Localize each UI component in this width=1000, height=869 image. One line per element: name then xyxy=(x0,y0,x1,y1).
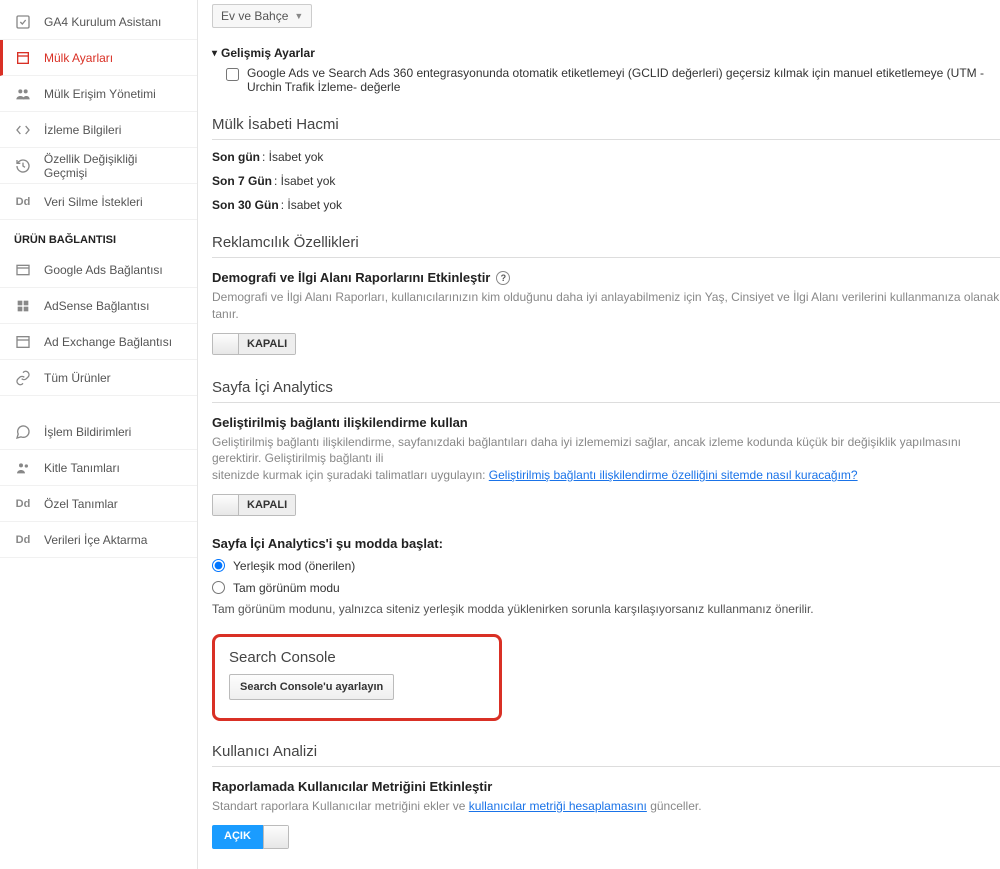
fullview-mode-label: Tam görünüm modu xyxy=(233,581,340,595)
sidebar-item-label: İzleme Bilgileri xyxy=(44,123,121,137)
sidebar-item-postbacks[interactable]: İşlem Bildirimleri xyxy=(0,414,197,450)
demographics-toggle[interactable]: KAPALI xyxy=(212,333,296,355)
sidebar: GA4 Kurulum Asistanı Mülk Ayarları Mülk … xyxy=(0,0,198,869)
history-icon xyxy=(14,157,32,175)
sidebar-item-audience-definitions[interactable]: Kitle Tanımları xyxy=(0,450,197,486)
inpage-mode-label: Sayfa İçi Analytics'i şu modda başlat: xyxy=(212,536,1000,551)
audience-icon xyxy=(14,459,32,477)
sidebar-item-label: İşlem Bildirimleri xyxy=(44,425,131,439)
users-metric-subheading: Raporlamada Kullanıcılar Metriğini Etkin… xyxy=(212,779,1000,794)
users-metric-toggle[interactable]: AÇIK xyxy=(212,825,289,849)
sidebar-item-label: Özellik Değişikliği Geçmişi xyxy=(44,152,183,180)
enhanced-link-subheading: Geliştirilmiş bağlantı ilişkilendirme ku… xyxy=(212,415,1000,430)
manual-tagging-label: Google Ads ve Search Ads 360 entegrasyon… xyxy=(247,66,1000,94)
advanced-settings-toggle[interactable]: ▾ Gelişmiş Ayarlar xyxy=(212,46,1000,60)
toggle-on-label: AÇIK xyxy=(212,825,263,849)
hit-volume-row: Son gün: İsabet yok xyxy=(212,150,1000,164)
sidebar-item-label: Özel Tanımlar xyxy=(44,497,118,511)
sidebar-item-label: Ad Exchange Bağlantısı xyxy=(44,335,172,349)
property-icon xyxy=(14,49,32,67)
help-icon[interactable]: ? xyxy=(496,271,510,285)
enhanced-link-help-link[interactable]: Geliştirilmiş bağlantı ilişkilendirme öz… xyxy=(489,468,858,482)
users-icon xyxy=(14,85,32,103)
sidebar-item-data-import[interactable]: Dd Verileri İçe Aktarma xyxy=(0,522,197,558)
fullview-mode-radio[interactable] xyxy=(212,581,225,594)
sidebar-item-google-ads[interactable]: Google Ads Bağlantısı xyxy=(0,252,197,288)
dd-icon: Dd xyxy=(14,193,32,211)
sidebar-item-label: Mülk Erişim Yönetimi xyxy=(44,87,156,101)
toggle-handle xyxy=(213,495,239,515)
demographics-description: Demografi ve İlgi Alanı Raporları, kulla… xyxy=(212,289,1000,323)
chevron-down-icon: ▼ xyxy=(294,11,303,21)
toggle-off-label: KAPALI xyxy=(239,495,295,515)
toggle-handle xyxy=(263,825,289,849)
sidebar-heading-product-linking: ÜRÜN BAĞLANTISI xyxy=(0,220,197,252)
sidebar-item-label: Mülk Ayarları xyxy=(44,51,113,65)
link-icon xyxy=(14,369,32,387)
search-console-highlight: Search Console Search Console'u ayarlayı… xyxy=(212,634,502,721)
toggle-off-label: KAPALI xyxy=(239,334,295,354)
chat-icon xyxy=(14,423,32,441)
sidebar-item-ad-exchange[interactable]: Ad Exchange Bağlantısı xyxy=(0,324,197,360)
users-metric-description: Standart raporlara Kullanıcılar metriğin… xyxy=(212,798,1000,815)
toggle-handle xyxy=(213,334,239,354)
embedded-mode-label: Yerleşik mod (önerilen) xyxy=(233,559,355,573)
sidebar-item-property-access[interactable]: Mülk Erişim Yönetimi xyxy=(0,76,197,112)
embedded-mode-radio[interactable] xyxy=(212,559,225,572)
sidebar-item-ga4-assistant[interactable]: GA4 Kurulum Asistanı xyxy=(0,4,197,40)
chevron-down-icon: ▾ xyxy=(212,48,217,59)
adsense-icon xyxy=(14,297,32,315)
sidebar-item-data-deletion[interactable]: Dd Veri Silme İstekleri xyxy=(0,184,197,220)
configure-search-console-button[interactable]: Search Console'u ayarlayın xyxy=(229,674,394,700)
sidebar-item-label: Kitle Tanımları xyxy=(44,461,120,475)
dd-icon: Dd xyxy=(14,495,32,513)
inpage-mode-description: Tam görünüm modunu, yalnızca siteniz yer… xyxy=(212,601,1000,618)
user-analysis-heading: Kullanıcı Analizi xyxy=(212,743,1000,767)
sidebar-item-label: Veri Silme İstekleri xyxy=(44,195,143,209)
users-metric-link[interactable]: kullanıcılar metriği hesaplamasını xyxy=(469,799,647,813)
manual-tagging-checkbox[interactable] xyxy=(226,68,239,81)
checkbox-icon xyxy=(14,13,32,31)
enhanced-link-toggle[interactable]: KAPALI xyxy=(212,494,296,516)
sidebar-item-custom-definitions[interactable]: Dd Özel Tanımlar xyxy=(0,486,197,522)
sidebar-item-label: Google Ads Bağlantısı xyxy=(44,263,163,277)
sidebar-item-label: Tüm Ürünler xyxy=(44,371,111,385)
hit-volume-row: Son 7 Gün: İsabet yok xyxy=(212,174,1000,188)
sidebar-item-change-history[interactable]: Özellik Değişikliği Geçmişi xyxy=(0,148,197,184)
hit-volume-row: Son 30 Gün: İsabet yok xyxy=(212,198,1000,212)
hit-volume-heading: Mülk İsabeti Hacmi xyxy=(212,116,1000,140)
ads-icon xyxy=(14,261,32,279)
sidebar-item-property-settings[interactable]: Mülk Ayarları xyxy=(0,40,197,76)
sidebar-item-label: GA4 Kurulum Asistanı xyxy=(44,15,161,29)
main-content: Ev ve Bahçe ▼ ▾ Gelişmiş Ayarlar Google … xyxy=(198,0,1000,869)
sidebar-item-all-products[interactable]: Tüm Ürünler xyxy=(0,360,197,396)
advanced-settings-label: Gelişmiş Ayarlar xyxy=(221,46,315,60)
inpage-heading: Sayfa İçi Analytics xyxy=(212,379,1000,403)
category-dropdown[interactable]: Ev ve Bahçe ▼ xyxy=(212,4,312,28)
sidebar-item-adsense[interactable]: AdSense Bağlantısı xyxy=(0,288,197,324)
demographics-subheading: Demografi ve İlgi Alanı Raporlarını Etki… xyxy=(212,270,1000,285)
search-console-heading: Search Console xyxy=(229,649,485,674)
sidebar-item-tracking-info[interactable]: İzleme Bilgileri xyxy=(0,112,197,148)
code-icon xyxy=(14,121,32,139)
dd-icon: Dd xyxy=(14,531,32,549)
exchange-icon xyxy=(14,333,32,351)
enhanced-link-description: Geliştirilmiş bağlantı ilişkilendirme, s… xyxy=(212,434,1000,484)
advertising-heading: Reklamcılık Özellikleri xyxy=(212,234,1000,258)
sidebar-item-label: Verileri İçe Aktarma xyxy=(44,533,147,547)
dropdown-label: Ev ve Bahçe xyxy=(221,9,288,23)
sidebar-item-label: AdSense Bağlantısı xyxy=(44,299,149,313)
